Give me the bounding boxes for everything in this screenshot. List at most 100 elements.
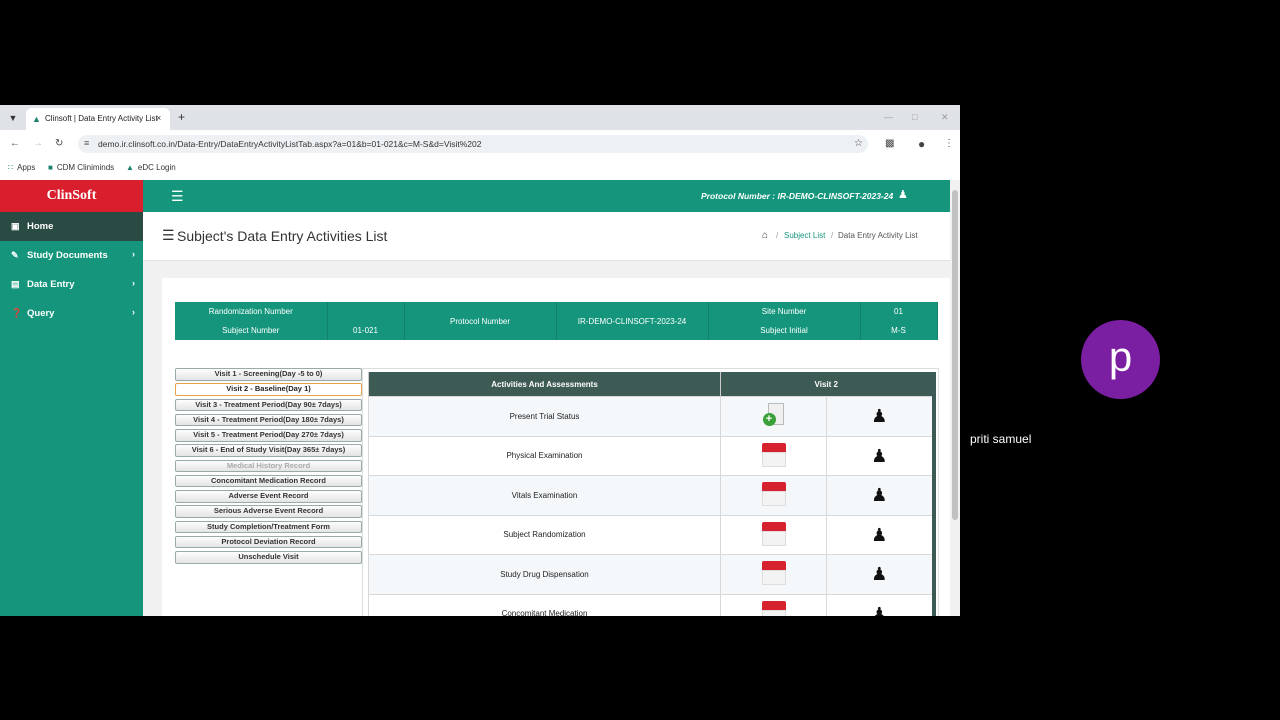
back-icon[interactable]: ← (10, 138, 20, 149)
visit-button[interactable]: Visit 5 - Treatment Period(Day 270± 7day… (175, 429, 362, 442)
record-button[interactable]: Unschedule Visit (175, 551, 362, 564)
calendar-icon[interactable] (761, 600, 786, 616)
forward-icon[interactable]: → (33, 138, 43, 149)
activity-name: Physical Examination (368, 435, 721, 476)
activity-name: Present Trial Status (368, 396, 721, 437)
record-button[interactable]: Protocol Deviation Record (175, 535, 362, 549)
activities-header: Activities And Assessments (368, 372, 721, 397)
menu-dots-icon[interactable]: ⋮ (944, 138, 954, 149)
participant-name: priti samuel (970, 432, 1032, 446)
doctor-icon[interactable]: ♟ (871, 525, 887, 545)
tab-title: Clinsoft | Data Entry Activity List (45, 114, 158, 123)
visit-button-disabled: Medical History Record (175, 459, 362, 472)
form-status-cell (720, 475, 827, 516)
app-page: ClinSoft ▣ Home ✎ Study Documents › ▤ Da… (0, 180, 960, 616)
protocol-label: Protocol Number (404, 302, 557, 340)
table-row: Study Drug Dispensation ♟ (368, 554, 935, 595)
list-icon: ☰ (162, 227, 175, 243)
close-icon[interactable]: × (156, 113, 161, 123)
calendar-icon[interactable] (761, 521, 786, 546)
doctor-icon[interactable]: ♟ (871, 485, 887, 505)
investigator-cell: ♟ (825, 514, 935, 555)
randomization-value (327, 302, 405, 321)
protocol-value: IR-DEMO-CLINSOFT-2023-24 (556, 302, 709, 340)
record-button[interactable]: Adverse Event Record (175, 490, 362, 503)
visit-button[interactable]: Visit 3 - Treatment Period(Day 90± 7days… (175, 398, 362, 411)
sidebar-item-study-documents[interactable]: ✎ Study Documents › (0, 241, 143, 270)
bookmark-favicon-icon: ■ (48, 163, 53, 172)
investigator-cell: ♟ (825, 435, 935, 476)
extensions-icon[interactable]: ▩ (885, 138, 894, 149)
page-scrollbar[interactable] (950, 180, 960, 616)
apps-grid-icon: ∷ (8, 163, 14, 172)
visit-list: Visit 1 - Screening(Day -5 to 0) Visit 2… (175, 368, 362, 566)
bookmark-cdm[interactable]: ■ CDM Cliniminds (48, 163, 114, 172)
breadcrumb-subject-list[interactable]: Subject List (784, 231, 825, 240)
visit-button[interactable]: Visit 6 - End of Study Visit(Day 365± 7d… (175, 444, 362, 457)
site-label: Site Number (708, 302, 861, 321)
calendar-icon[interactable] (761, 442, 786, 467)
site-info-icon[interactable]: ≡ (84, 138, 89, 148)
sidebar-item-query[interactable]: ❓ Query › (0, 299, 143, 328)
scrollbar-thumb[interactable] (952, 190, 958, 520)
investigator-cell: ♟ (825, 475, 935, 516)
visit-header: Visit 2 (719, 372, 934, 397)
subject-initial-label: Subject Initial (708, 321, 861, 340)
record-button[interactable]: Study Completion/Treatment Form (175, 520, 362, 533)
participant-avatar: p (1081, 320, 1160, 399)
browser-tab[interactable]: ▲ Clinsoft | Data Entry Activity List × (26, 108, 170, 130)
visit-button-selected[interactable]: Visit 2 - Baseline(Day 1) (175, 383, 362, 396)
table-row: Present Trial Status + ♟ (368, 396, 935, 437)
brand-logo[interactable]: ClinSoft (0, 180, 143, 212)
bookmarks-bar: ∷ Apps ■ CDM Cliniminds ▲ eDC Login (0, 158, 960, 181)
subject-value: 01-021 (327, 321, 405, 340)
form-status-cell (720, 435, 827, 476)
table-row: Subject Randomization ♟ (368, 514, 935, 555)
calendar-icon[interactable] (761, 561, 786, 586)
randomization-label: Randomization Number (175, 302, 328, 321)
visit-button[interactable]: Visit 4 - Treatment Period(Day 180± 7day… (175, 413, 362, 427)
activities-table: Activities And Assessments Visit 2 Prese… (368, 372, 936, 616)
new-tab-button[interactable]: + (178, 110, 185, 124)
activity-name: Subject Randomization (368, 514, 721, 555)
tab-list-chevron-icon[interactable]: ▼ (6, 111, 20, 125)
profile-icon[interactable]: ● (918, 137, 925, 151)
record-button[interactable]: Serious Adverse Event Record (175, 505, 362, 518)
calendar-icon[interactable] (761, 482, 786, 507)
user-icon[interactable]: ♟ (898, 188, 908, 201)
bookmark-apps[interactable]: ∷ Apps (8, 163, 35, 172)
reload-icon[interactable]: ↻ (55, 138, 63, 149)
table-row: Physical Examination ♟ (368, 435, 935, 476)
bookmark-edc[interactable]: ▲ eDC Login (126, 163, 176, 172)
activity-name: Vitals Examination (368, 475, 721, 516)
table-row: Concomitant Medication ♟ (368, 593, 935, 616)
doctor-icon[interactable]: ♟ (871, 604, 887, 616)
bookmark-star-icon[interactable]: ☆ (854, 138, 863, 149)
minimize-icon[interactable]: — (884, 112, 893, 122)
form-status-cell: + (720, 396, 827, 437)
sidebar-item-data-entry[interactable]: ▤ Data Entry › (0, 270, 143, 299)
edit-icon: ✎ (11, 250, 19, 260)
maximize-icon[interactable]: □ (912, 112, 917, 122)
file-icon: ▤ (11, 279, 20, 289)
chevron-right-icon: › (132, 307, 135, 317)
form-status-cell (720, 593, 827, 616)
investigator-cell: ♟ (825, 396, 935, 437)
add-document-icon[interactable]: + (762, 403, 785, 427)
home-icon[interactable]: ⌂ (762, 230, 768, 241)
sidebar-item-home[interactable]: ▣ Home (0, 212, 143, 241)
activities-panel: Activities And Assessments Visit 2 Prese… (362, 368, 939, 616)
doctor-icon[interactable]: ♟ (871, 564, 887, 584)
visit-button[interactable]: Visit 1 - Screening(Day -5 to 0) (175, 368, 362, 381)
chevron-right-icon: › (132, 249, 135, 259)
record-button[interactable]: Concomitant Medication Record (175, 474, 362, 488)
activity-name: Study Drug Dispensation (368, 554, 721, 595)
question-icon: ❓ (11, 308, 23, 318)
browser-window: ▼ ▲ Clinsoft | Data Entry Activity List … (0, 105, 960, 616)
doctor-icon[interactable]: ♟ (871, 446, 887, 466)
window-close-icon[interactable]: ✕ (941, 112, 949, 123)
site-value: 01 (860, 302, 938, 321)
hamburger-menu-icon[interactable]: ☰ (171, 188, 184, 205)
url-field[interactable]: ≡ demo.ir.clinsoft.co.in/Data-Entry/Data… (78, 135, 868, 153)
doctor-icon[interactable]: ♟ (871, 406, 887, 426)
